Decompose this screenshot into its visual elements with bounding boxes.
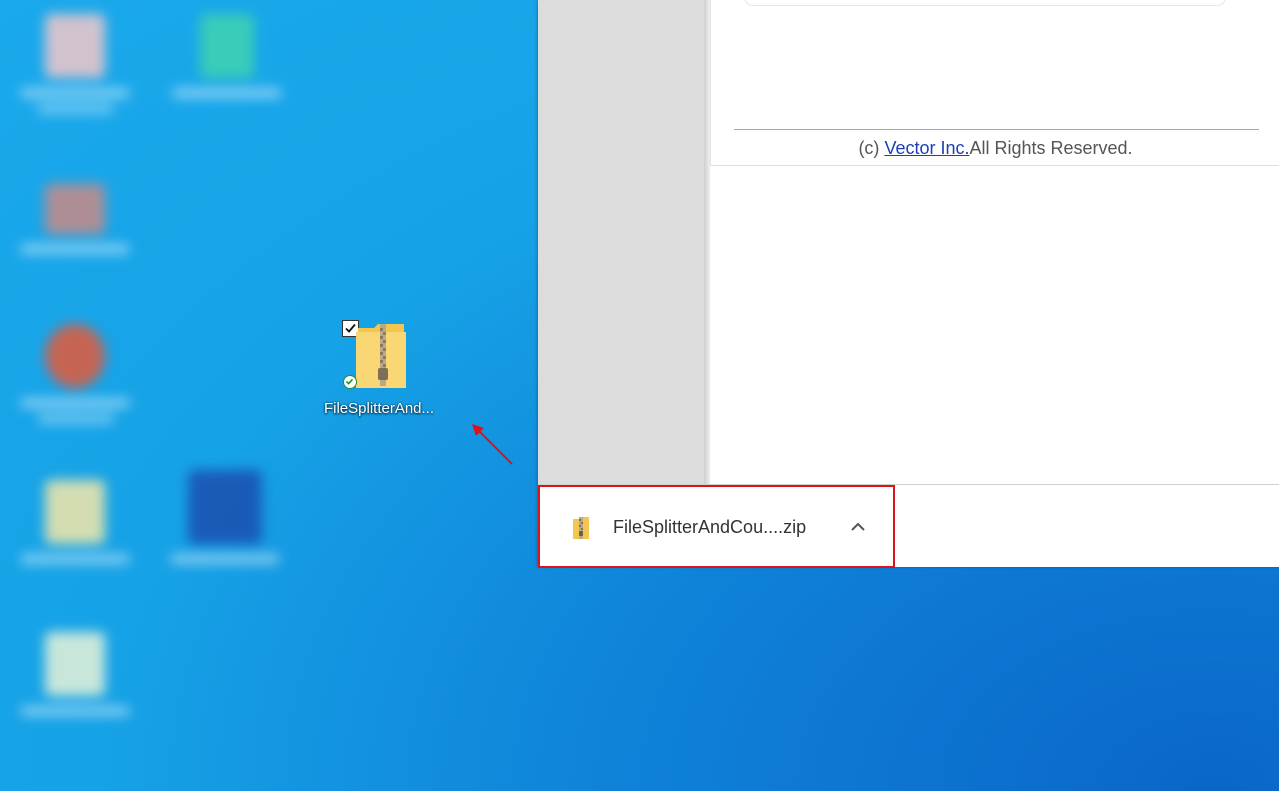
browser-side-margin [538,0,706,484]
download-item[interactable]: FileSplitterAndCou....zip [538,485,895,568]
blurred-desktop-icon[interactable] [170,470,280,564]
desktop: FileSplitterAnd... (c) Vector Inc.All Ri… [0,0,1279,791]
copyright-prefix: (c) [858,138,885,158]
blurred-desktop-icon[interactable] [20,324,130,424]
zip-file-icon [573,517,589,539]
page-box-edge [744,0,1226,6]
web-page: (c) Vector Inc.All Rights Reserved. [710,0,1279,484]
blurred-desktop-icon[interactable] [20,184,130,254]
zip-icon-label: FileSplitterAnd... [323,400,435,417]
copyright-text: (c) Vector Inc.All Rights Reserved. [711,138,1279,159]
annotation-arrow-icon [472,424,513,465]
download-file-name[interactable]: FileSplitterAndCou....zip [613,517,806,538]
browser-window: (c) Vector Inc.All Rights Reserved. File… [538,0,1279,568]
blurred-desktop-icon[interactable] [20,632,130,716]
blurred-desktop-icon[interactable] [20,14,130,114]
footer-divider [734,129,1259,130]
vector-inc-link[interactable]: Vector Inc. [884,138,969,158]
blurred-desktop-icon[interactable] [20,480,130,564]
download-bar: FileSplitterAndCou....zip [538,484,1279,568]
sync-status-icon [343,375,357,389]
copyright-suffix: All Rights Reserved. [969,138,1133,158]
blurred-desktop-icon[interactable] [172,14,282,98]
zip-folder-icon [356,324,406,388]
page-footer-frame: (c) Vector Inc.All Rights Reserved. [710,0,1279,166]
chevron-up-icon[interactable] [848,519,868,535]
